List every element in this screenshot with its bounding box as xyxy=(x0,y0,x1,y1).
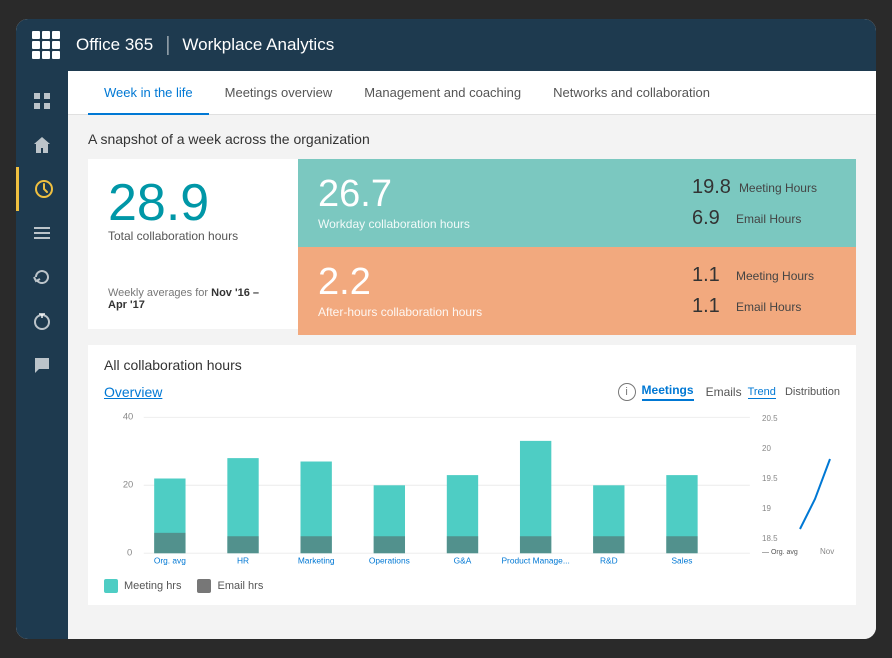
svg-text:19: 19 xyxy=(762,504,771,513)
svg-text:Product Manage...: Product Manage... xyxy=(501,556,569,566)
svg-text:20: 20 xyxy=(762,444,771,453)
workday-email-label: Email Hours xyxy=(736,212,801,226)
workday-stats: 19.8 Meeting Hours 6.9 Email Hours xyxy=(676,159,856,247)
sidebar-item-timer[interactable] xyxy=(16,299,68,343)
sidebar-item-clock[interactable] xyxy=(16,167,68,211)
workday-value: 26.7 xyxy=(318,175,656,213)
svg-text:19.5: 19.5 xyxy=(762,474,778,483)
afterhours-meeting-label: Meeting Hours xyxy=(736,269,814,283)
afterhours-stats: 1.1 Meeting Hours 1.1 Email Hours xyxy=(676,247,856,335)
svg-text:Nov: Nov xyxy=(820,547,834,556)
chart-tab-emails[interactable]: Emails xyxy=(706,385,742,399)
afterhours-meeting-value: 1.1 xyxy=(692,264,728,287)
chart-tabs-right: Meetings Emails xyxy=(642,383,742,401)
kpi-workday-section: 26.7 Workday collaboration hours 19.8 Me… xyxy=(298,159,856,247)
mini-chart-svg: 20.5 20 19.5 19 18.5 Nov — Org. avg xyxy=(760,409,840,559)
top-bar: Office 365 | Workplace Analytics xyxy=(16,19,876,71)
sidebar-item-refresh[interactable] xyxy=(16,255,68,299)
workday-meeting-label: Meeting Hours xyxy=(739,181,817,195)
sidebar-item-chat[interactable] xyxy=(16,343,68,387)
bar-operations-email xyxy=(374,536,405,553)
bar-gna-email xyxy=(447,536,478,553)
svg-text:0: 0 xyxy=(127,546,132,557)
chart-area: 40 20 0 Org. av xyxy=(104,409,840,593)
svg-text:— Org. avg: — Org. avg xyxy=(762,549,798,556)
svg-text:18.5: 18.5 xyxy=(762,534,778,543)
svg-text:R&D: R&D xyxy=(600,556,618,566)
afterhours-email-label: Email Hours xyxy=(736,300,801,314)
afterhours-label: After-hours collaboration hours xyxy=(318,305,656,319)
workday-meeting-row: 19.8 Meeting Hours xyxy=(692,176,840,199)
kpi-afterhours-section: 2.2 After-hours collaboration hours 1.1 … xyxy=(298,247,856,335)
tab-meetings-overview[interactable]: Meetings overview xyxy=(209,71,349,115)
grid-icon[interactable] xyxy=(32,31,60,59)
svg-text:HR: HR xyxy=(237,556,249,566)
bar-sales-email xyxy=(666,536,697,553)
chart-section: All collaboration hours Overview i Meeti… xyxy=(88,345,856,605)
svg-text:20.5: 20.5 xyxy=(762,414,778,423)
page-body: A snapshot of a week across the organiza… xyxy=(68,115,876,639)
mini-chart-line xyxy=(800,459,830,529)
tab-week-in-life[interactable]: Week in the life xyxy=(88,71,209,115)
bar-chart: 40 20 0 Org. av xyxy=(104,409,752,593)
sidebar-item-grid[interactable] xyxy=(16,79,68,123)
product-name: Workplace Analytics xyxy=(182,35,334,55)
chart-header: Overview i Meetings Emails Trend Distrib… xyxy=(104,383,840,401)
legend-meeting-dot xyxy=(104,579,118,593)
period-label: Weekly averages for Nov '16 – Apr '17 xyxy=(108,287,278,311)
chart-tab-meetings[interactable]: Meetings xyxy=(642,383,694,401)
svg-text:40: 40 xyxy=(123,410,133,421)
svg-text:Operations: Operations xyxy=(369,556,410,566)
legend-email-dot xyxy=(197,579,211,593)
app-name: Office 365 xyxy=(76,35,153,55)
content-area: Week in the life Meetings overview Manag… xyxy=(68,71,876,639)
kpi-afterhours-center: 2.2 After-hours collaboration hours xyxy=(298,247,676,335)
chart-legend: Meeting hrs Email hrs xyxy=(104,579,752,593)
sidebar xyxy=(16,71,68,639)
chart-sub-trend[interactable]: Trend xyxy=(748,386,776,399)
bar-orgavg-email xyxy=(154,533,185,553)
mini-line-chart: 20.5 20 19.5 19 18.5 Nov — Org. avg xyxy=(760,409,840,593)
svg-text:Sales: Sales xyxy=(671,556,692,566)
workday-email-row: 6.9 Email Hours xyxy=(692,207,840,230)
kpi-right: 26.7 Workday collaboration hours 19.8 Me… xyxy=(298,159,856,329)
workday-label: Workday collaboration hours xyxy=(318,217,656,231)
sidebar-item-list[interactable] xyxy=(16,211,68,255)
chart-overview-tab[interactable]: Overview xyxy=(104,384,162,400)
afterhours-value: 2.2 xyxy=(318,263,656,301)
sidebar-item-home[interactable] xyxy=(16,123,68,167)
info-icon[interactable]: i xyxy=(618,383,636,401)
svg-text:Marketing: Marketing xyxy=(298,556,335,566)
workday-email-value: 6.9 xyxy=(692,207,728,230)
chart-sub-tabs: Trend Distribution xyxy=(748,386,840,398)
kpi-workday-center: 26.7 Workday collaboration hours xyxy=(298,159,676,247)
divider: | xyxy=(165,34,170,57)
bar-marketing-email xyxy=(300,536,331,553)
legend-meeting-label: Meeting hrs xyxy=(124,580,181,592)
bar-hr-email xyxy=(227,536,258,553)
svg-text:Org. avg: Org. avg xyxy=(154,556,186,566)
afterhours-meeting-row: 1.1 Meeting Hours xyxy=(692,264,840,287)
afterhours-email-row: 1.1 Email Hours xyxy=(692,295,840,318)
tab-networks-collaboration[interactable]: Networks and collaboration xyxy=(537,71,726,115)
kpi-row: 28.9 Total collaboration hours Weekly av… xyxy=(88,159,856,329)
bar-rd-email xyxy=(593,536,624,553)
nav-tabs: Week in the life Meetings overview Manag… xyxy=(68,71,876,115)
total-collab-label: Total collaboration hours xyxy=(108,229,278,243)
legend-email-label: Email hrs xyxy=(217,580,263,592)
workday-meeting-value: 19.8 xyxy=(692,176,731,199)
legend-email-hrs: Email hrs xyxy=(197,579,263,593)
all-collab-title: All collaboration hours xyxy=(104,357,840,373)
total-collab-value: 28.9 xyxy=(108,177,278,229)
svg-text:20: 20 xyxy=(123,478,133,489)
svg-text:G&A: G&A xyxy=(454,556,472,566)
chart-sub-distribution[interactable]: Distribution xyxy=(785,386,840,398)
bar-productmgr-email xyxy=(520,536,551,553)
tab-management-coaching[interactable]: Management and coaching xyxy=(348,71,537,115)
bar-chart-svg: 40 20 0 Org. av xyxy=(104,409,752,566)
snapshot-title: A snapshot of a week across the organiza… xyxy=(88,131,856,147)
legend-meeting-hrs: Meeting hrs xyxy=(104,579,181,593)
kpi-total-collab: 28.9 Total collaboration hours Weekly av… xyxy=(88,159,298,329)
afterhours-email-value: 1.1 xyxy=(692,295,728,318)
